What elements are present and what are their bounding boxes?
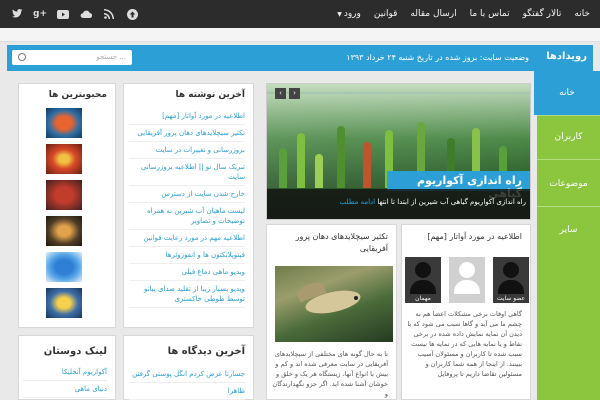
avatar-label-member: عضو سایت <box>496 295 526 302</box>
read-more-link[interactable]: ادامه مطلب <box>340 198 375 206</box>
popular-thumb[interactable] <box>46 108 82 138</box>
avatar-body <box>410 280 436 294</box>
list-item[interactable]: تبریک سال نو || اطلاعیه بروزرسانی سایت <box>129 159 245 186</box>
latest-posts-title: آخرین نوشته ها <box>175 90 245 100</box>
list-item[interactable]: دنیای ماهی <box>23 381 107 398</box>
avatar-head <box>503 262 519 278</box>
list-item[interactable]: تکثیر سیچلایدهای دهان پرور آفریقایی <box>129 125 245 142</box>
nav-login[interactable]: ▼ ورود <box>337 9 361 19</box>
post-title[interactable]: اطلاعیه در مورد آواتار [مهم] <box>410 231 522 243</box>
side-menu-home[interactable]: خانه <box>534 71 600 115</box>
avatar-label-guest: مهمان <box>415 295 431 302</box>
member-avatar: عضو سایت <box>493 257 529 303</box>
slider-prev-button[interactable]: ‹ <box>275 88 286 99</box>
popular-thumb[interactable] <box>46 144 82 174</box>
arrow-circle-icon[interactable] <box>125 7 139 21</box>
latest-posts-list: اطلاعیه در مورد آواتار [مهم] تکثیر سیچلا… <box>129 108 245 308</box>
nav-rules[interactable]: قوانین <box>374 9 398 19</box>
plant <box>337 126 345 188</box>
side-menu: خانه کاربران موضوعات سایر <box>534 71 600 400</box>
friend-links-widget: لینک دوستان آکواریوم آنجلیکا دنیای ماهی <box>18 335 116 400</box>
nav-home[interactable]: خانه <box>574 9 590 19</box>
avatar-body <box>454 280 480 294</box>
side-menu-divider <box>537 206 600 207</box>
top-nav: خانه تالار گفتگو تماس با ما ارسال مقاله … <box>337 0 590 28</box>
plant <box>279 148 287 188</box>
events-title: رویدادها <box>546 51 587 62</box>
popular-widget: محبوبترین ها <box>18 83 116 328</box>
list-item[interactable]: خارج شدن سایت از دسترس <box>129 186 245 203</box>
header-strip <box>0 28 600 42</box>
top-navbar: خانه تالار گفتگو تماس با ما ارسال مقاله … <box>0 0 600 28</box>
post-card-avatar-notice: اطلاعیه در مورد آواتار [مهم] عضو سایت مه… <box>401 224 531 400</box>
list-item[interactable]: ظاهرا <box>129 383 245 400</box>
post-card-cichlids: تکثیر سیچلایدهای دهان پرور آفریقایی تا ب… <box>266 224 397 400</box>
avatar-head <box>459 262 475 278</box>
slider-next-button[interactable]: › <box>289 88 300 99</box>
avatar-head <box>415 262 431 278</box>
list-item[interactable]: ویدیو ماهی دماغ فیلی <box>129 264 245 281</box>
recent-comments-list: جسارتا عرض کردم انگل پوستی گرفتن ظاهرا <box>129 366 245 400</box>
plant <box>363 142 371 188</box>
list-item[interactable]: آکواریوم آنجلیکا <box>23 364 107 381</box>
side-menu-topics[interactable]: موضوعات <box>537 162 600 206</box>
nav-login-label: ورود <box>343 9 361 19</box>
slide-caption: راه اندازی آکواریوم گیاهی آب شیرین از اب… <box>267 189 530 219</box>
guest-avatar: مهمان <box>405 257 441 303</box>
slide-caption-text: راه اندازی آکواریوم گیاهی آب شیرین از اب… <box>377 198 526 206</box>
popular-thumb[interactable] <box>46 216 82 246</box>
list-item[interactable]: جسارتا عرض کردم انگل پوستی گرفتن <box>129 366 245 383</box>
friend-links-list: آکواریوم آنجلیکا دنیای ماهی <box>23 364 107 398</box>
search-input[interactable]: جستجو ... <box>12 50 132 65</box>
avatar-body <box>498 280 524 294</box>
cichlid-photo[interactable] <box>275 266 393 342</box>
popular-thumb[interactable] <box>46 288 82 318</box>
side-menu-other[interactable]: سایر <box>537 208 600 252</box>
events-bar: رویدادها وضعیت سایت: بروز شده در تاریخ ش… <box>7 45 593 71</box>
caret-down-icon: ▼ <box>337 11 342 18</box>
slide-title[interactable]: راه اندازی آکواریوم گیاهی <box>387 171 530 200</box>
featured-slider[interactable]: ‹ › راه اندازی آکواریوم گیاهی راه اندازی… <box>266 83 531 220</box>
post-excerpt: گاهی اوقات برخی مشکلات اعضا هم به چشم ما… <box>407 310 522 378</box>
cloud-icon[interactable] <box>79 7 93 21</box>
list-item[interactable]: فیتوپلانکتون ها و انفوزوئرها <box>129 247 245 264</box>
youtube-icon[interactable] <box>56 7 70 21</box>
nav-forum[interactable]: تالار گفتگو <box>523 9 562 19</box>
recent-comments-title: آخرین دیدگاه ها <box>167 346 245 357</box>
list-item[interactable]: ویدیو بسیار زیبا از تقلید صدای پیانو توس… <box>129 281 245 308</box>
nav-submit-article[interactable]: ارسال مقاله <box>410 9 456 19</box>
social-links: g+ <box>10 0 139 28</box>
popular-title: محبوبترین ها <box>48 90 107 100</box>
list-item[interactable]: اطلاعیه مهم در مورد رعایت قوانین <box>129 230 245 247</box>
friend-links-title: لینک دوستان <box>43 346 107 357</box>
latest-posts-widget: آخرین نوشته ها اطلاعیه در مورد آواتار [م… <box>123 83 254 328</box>
google-plus-icon[interactable]: g+ <box>33 7 47 21</box>
post-title[interactable]: تکثیر سیچلایدهای دهان پرور آفریقایی <box>276 231 388 255</box>
plant <box>297 133 305 188</box>
nav-contact[interactable]: تماس با ما <box>470 9 510 19</box>
popular-thumb[interactable] <box>46 252 82 282</box>
post-excerpt: تا به حال گونه های مختلفی از سیچلایدهای … <box>272 350 388 398</box>
fish-eye <box>354 296 358 300</box>
default-avatar <box>449 257 485 303</box>
list-item[interactable]: بروزرسانی و تغییرات در سایت <box>129 142 245 159</box>
list-item[interactable]: لیست ماهیان آب شیرین به همراه توضیحات و … <box>129 203 245 230</box>
side-menu-users[interactable]: کاربران <box>537 115 600 159</box>
popular-thumb[interactable] <box>46 180 82 210</box>
side-menu-divider <box>537 159 600 160</box>
search-placeholder: جستجو ... <box>96 53 126 61</box>
recent-comments-widget: آخرین دیدگاه ها جسارتا عرض کردم انگل پوس… <box>123 335 254 400</box>
list-item[interactable]: اطلاعیه در مورد آواتار [مهم] <box>129 108 245 125</box>
plant <box>315 154 323 188</box>
events-ticker[interactable]: وضعیت سایت: بروز شده در تاریخ شنبه ۲۴ خر… <box>346 53 529 62</box>
search-icon[interactable] <box>18 53 26 61</box>
twitter-icon[interactable] <box>10 7 24 21</box>
rss-icon[interactable] <box>102 7 116 21</box>
